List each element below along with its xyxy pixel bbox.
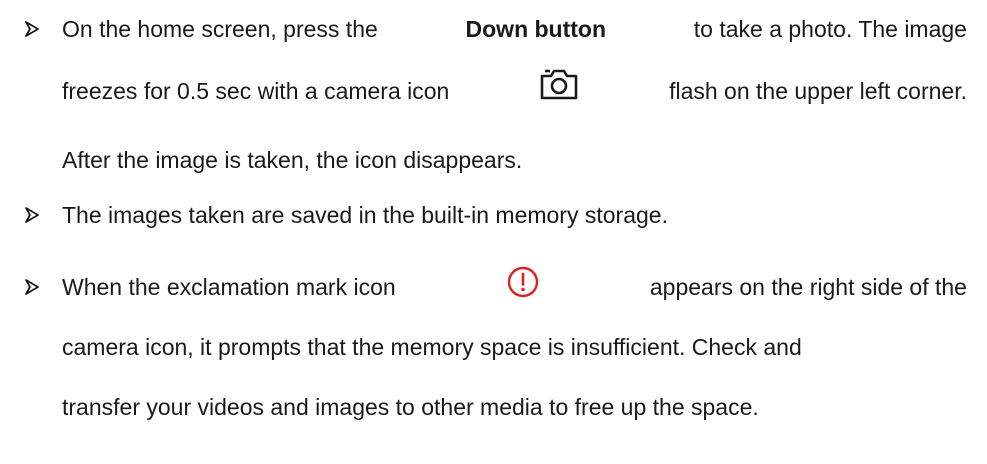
text-segment: freezes for 0.5 sec with a camera icon bbox=[62, 78, 450, 104]
text-segment: to take a photo. The image bbox=[693, 16, 967, 42]
paragraph-3-line-2: camera icon, it prompts that the memory … bbox=[62, 334, 802, 360]
exclamation-circle-icon bbox=[506, 265, 540, 299]
down-button-label: Down button bbox=[465, 16, 607, 42]
camera-icon bbox=[539, 67, 579, 101]
text-segment: On the home screen, press the bbox=[62, 16, 378, 42]
bullet-arrow-icon bbox=[25, 21, 39, 37]
paragraph-1-line-2: to take a photo. The image freezes for 0… bbox=[62, 69, 967, 106]
paragraph-1-line-1: On the home screen, press the Down butto… bbox=[62, 14, 967, 44]
paragraph-2-line-1: The images taken are saved in the built-… bbox=[62, 202, 668, 228]
paragraph-1-line-3: After the image is taken, the icon disap… bbox=[62, 147, 523, 173]
text-segment: When the exclamation mark icon bbox=[62, 274, 396, 300]
bullet-arrow-icon bbox=[25, 279, 39, 295]
text-segment: appears on the right side of the bbox=[649, 274, 967, 300]
bullet-arrow-icon bbox=[25, 207, 39, 223]
paragraph-3-line-3: transfer your videos and images to other… bbox=[62, 394, 759, 420]
text-segment: flash on the upper left corner. bbox=[669, 78, 967, 104]
paragraph-3-line-1: When the exclamation mark icon appears o… bbox=[62, 266, 967, 302]
